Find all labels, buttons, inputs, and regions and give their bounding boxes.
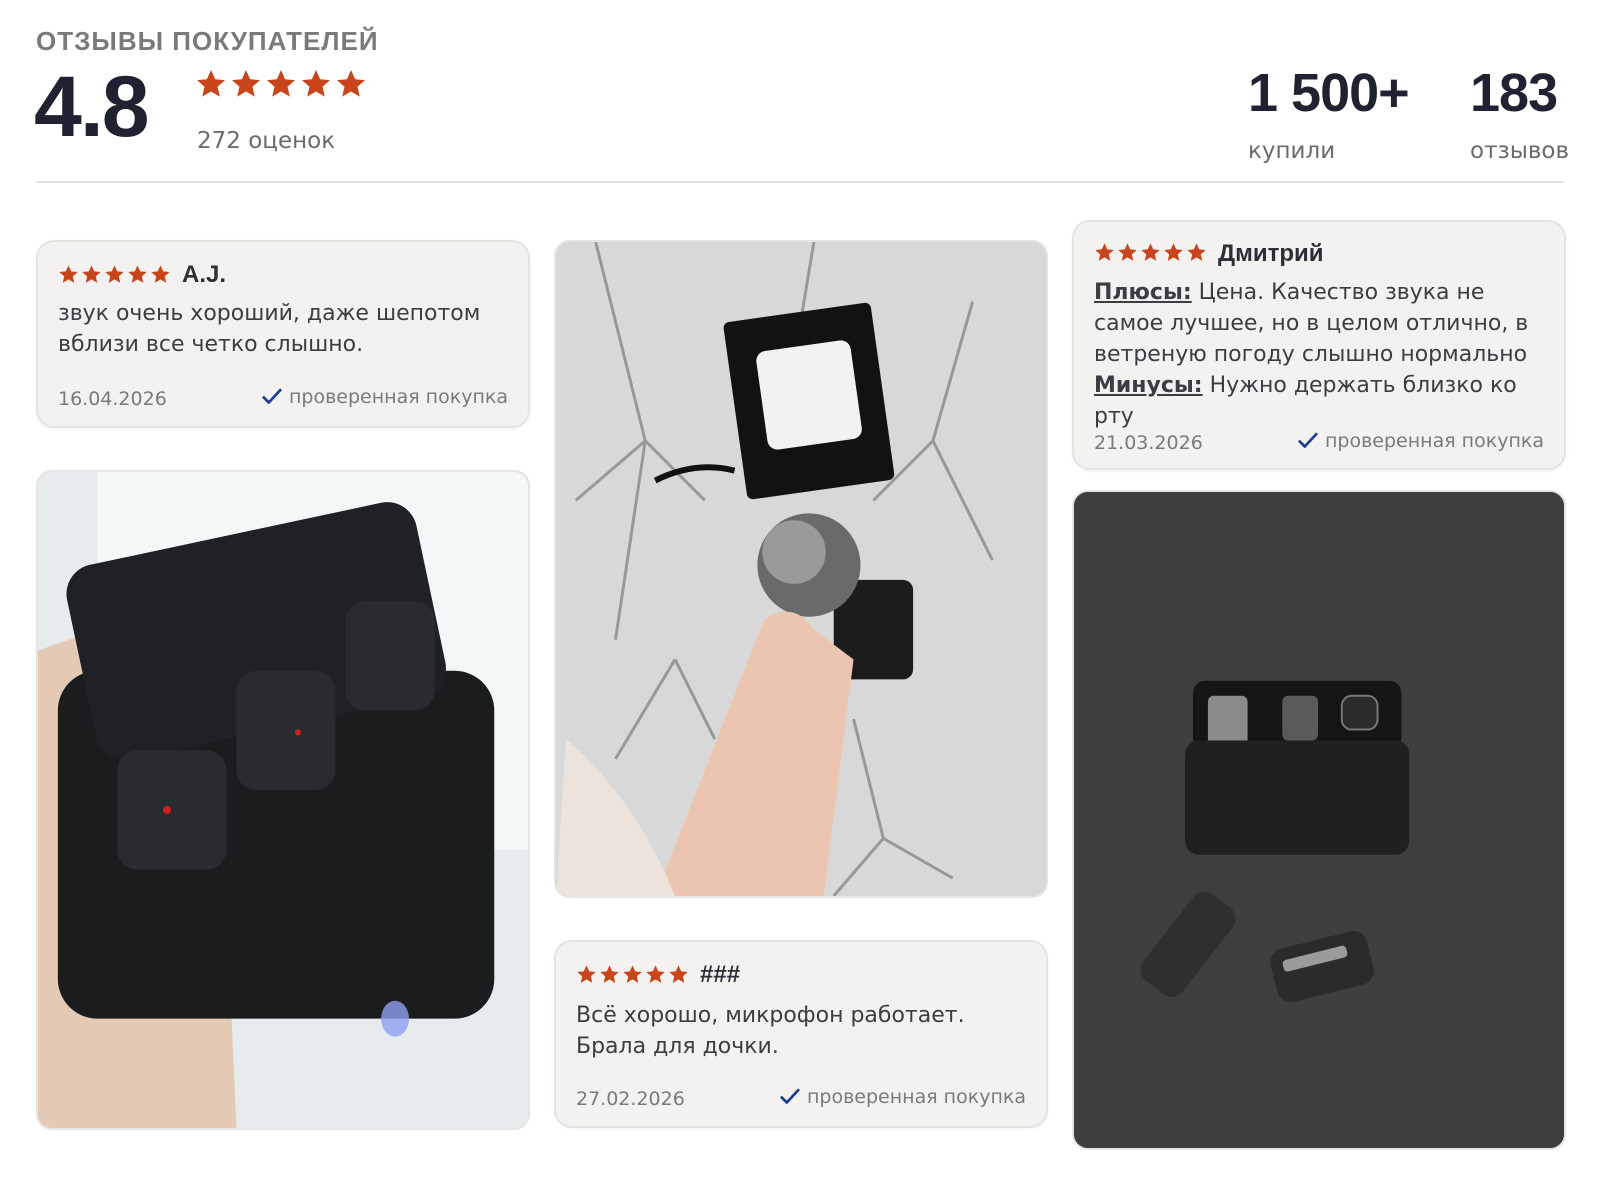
star-icon bbox=[59, 265, 78, 283]
review-text: звук очень хороший, даже шепотом вблизи … bbox=[58, 301, 481, 357]
rating-stars bbox=[195, 68, 367, 100]
review-text: Плюсы: Цена. Качество звука не самое луч… bbox=[1094, 277, 1546, 432]
review-photo[interactable] bbox=[554, 240, 1048, 898]
bought-label: купили bbox=[1248, 138, 1336, 164]
verified-label: проверенная покупка bbox=[806, 1086, 1026, 1108]
verified-purchase: проверенная покупка bbox=[261, 386, 508, 408]
star-icon bbox=[197, 70, 225, 97]
section-title: ОТЗЫВЫ ПОКУПАТЕЛЕЙ bbox=[36, 26, 379, 56]
review-author: ### bbox=[700, 961, 741, 988]
check-icon bbox=[780, 1088, 800, 1104]
star-icon bbox=[232, 70, 260, 97]
star-icon bbox=[267, 70, 295, 97]
pros-label: Плюсы: bbox=[1094, 280, 1192, 305]
review-stars bbox=[576, 964, 689, 985]
average-rating: 4.8 bbox=[34, 59, 150, 155]
charging-case-photo bbox=[38, 472, 528, 1128]
star-icon bbox=[82, 265, 101, 283]
star-icon bbox=[1095, 243, 1114, 261]
review-card[interactable]: Дмитрий Плюсы: Цена. Качество звука не с… bbox=[1072, 220, 1566, 470]
review-author: A.J. bbox=[182, 261, 227, 288]
star-icon bbox=[302, 70, 330, 97]
case-on-dark-surface-photo bbox=[1074, 492, 1564, 1148]
review-photo[interactable] bbox=[1072, 490, 1566, 1150]
reviews-stat: 183 отзывов bbox=[1470, 62, 1569, 164]
review-date: 16.04.2026 bbox=[58, 388, 167, 410]
star-icon bbox=[151, 265, 170, 283]
review-card[interactable]: A.J. звук очень хороший, даже шепотом вб… bbox=[36, 240, 530, 428]
review-author: Дмитрий bbox=[1218, 240, 1324, 267]
star-icon bbox=[1141, 243, 1160, 261]
star-icon bbox=[1164, 243, 1183, 261]
verified-purchase: проверенная покупка bbox=[1297, 430, 1544, 452]
review-photo[interactable] bbox=[36, 470, 530, 1130]
ratings-count: 272 оценок bbox=[197, 128, 336, 154]
star-icon bbox=[623, 965, 642, 983]
review-stars bbox=[1094, 242, 1207, 263]
review-card[interactable]: ### Всё хорошо, микрофон работает. Брала… bbox=[554, 940, 1048, 1128]
check-icon bbox=[1298, 432, 1318, 448]
check-icon bbox=[262, 388, 282, 404]
bought-stat: 1 500+ купили bbox=[1248, 62, 1410, 164]
star-icon bbox=[105, 265, 124, 283]
verified-purchase: проверенная покупка bbox=[779, 1086, 1026, 1108]
review-text: Всё хорошо, микрофон работает. Брала для… bbox=[576, 1003, 965, 1059]
review-date: 21.03.2026 bbox=[1094, 432, 1203, 454]
star-icon bbox=[669, 965, 688, 983]
star-icon bbox=[600, 965, 619, 983]
star-icon bbox=[1118, 243, 1137, 261]
star-icon bbox=[646, 965, 665, 983]
review-stars bbox=[58, 264, 171, 285]
header-divider bbox=[36, 181, 1564, 183]
star-icon bbox=[577, 965, 596, 983]
reviews-label: отзывов bbox=[1470, 138, 1570, 164]
reviews-value: 183 bbox=[1470, 63, 1558, 123]
bought-value: 1 500+ bbox=[1248, 63, 1410, 123]
verified-label: проверенная покупка bbox=[1324, 430, 1544, 452]
star-icon bbox=[128, 265, 147, 283]
windscreen-microphone-photo bbox=[556, 242, 1046, 896]
verified-label: проверенная покупка bbox=[288, 386, 508, 408]
star-icon bbox=[337, 70, 365, 97]
review-date: 27.02.2026 bbox=[576, 1088, 685, 1110]
cons-label: Минусы: bbox=[1094, 373, 1203, 398]
star-icon bbox=[1187, 243, 1206, 261]
